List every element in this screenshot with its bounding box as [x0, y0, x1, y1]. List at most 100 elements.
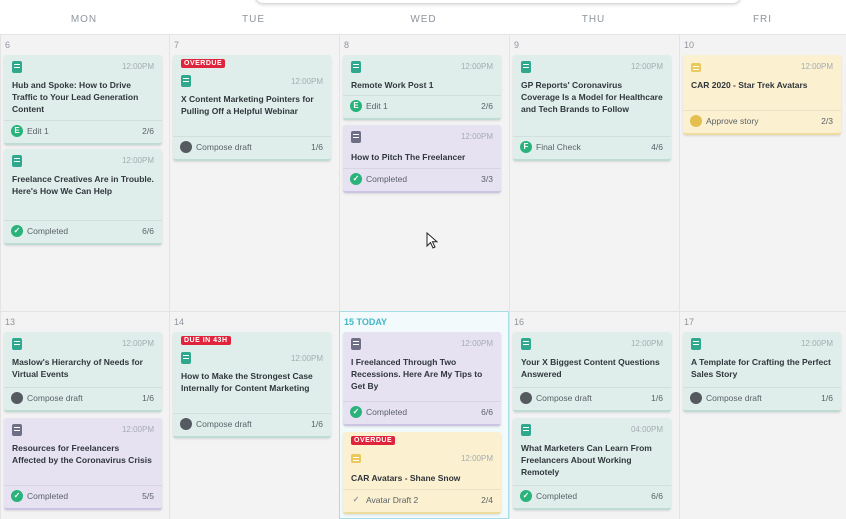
card-title: Remote Work Post 1: [351, 80, 434, 90]
document-icon: [12, 424, 22, 436]
image-icon: [691, 63, 701, 72]
due-badge: DUE IN 43H: [181, 336, 231, 345]
card-status: Completed: [27, 226, 69, 236]
document-icon: [12, 155, 22, 167]
day-fri: FRI: [752, 14, 773, 25]
day-cell[interactable]: 8 12:00PM Remote Work Post 1 E Edit 1 2/…: [339, 34, 509, 311]
card-footer: ✓ Completed 6/6: [4, 220, 162, 243]
day-cell[interactable]: 7 OVERDUE 12:00PM X Content Marketing Po…: [169, 34, 339, 311]
avatar: [180, 141, 192, 153]
day-cell[interactable]: 14 DUE IN 43H 12:00PM How to Make the St…: [169, 311, 339, 519]
document-icon: [12, 338, 22, 350]
avatar-draft-icon: ✓: [352, 495, 360, 504]
card-title: GP Reports' Coronavirus Coverage Is a Mo…: [521, 80, 663, 114]
top-search-bar[interactable]: [255, 0, 741, 4]
document-icon: [181, 75, 191, 87]
check-icon: ✓: [350, 173, 362, 185]
card-time: 04:00PM: [630, 425, 663, 434]
card-footer: Compose draft 1/6: [173, 136, 331, 159]
card-title: Hub and Spoke: How to Drive Traffic to Y…: [12, 80, 139, 114]
card-time: 12:00PM: [460, 339, 493, 348]
content-card[interactable]: 12:00PM Freelance Creatives Are in Troub…: [4, 149, 162, 245]
card-progress: 1/6: [311, 419, 323, 429]
card-progress: 2/6: [142, 126, 154, 136]
card-progress: 2/6: [481, 101, 493, 111]
date-number: 9: [514, 40, 520, 50]
card-title: CAR Avatars - Shane Snow: [351, 473, 461, 483]
card-status: Edit 1: [27, 126, 49, 136]
card-time: 12:00PM: [290, 354, 323, 363]
content-card[interactable]: DUE IN 43H 12:00PM How to Make the Stron…: [173, 332, 331, 438]
content-card[interactable]: 12:00PM CAR 2020 - Star Trek Avatars App…: [683, 55, 841, 135]
check-icon: ✓: [350, 406, 362, 418]
card-status: Compose draft: [196, 419, 252, 429]
content-card[interactable]: 12:00PM How to Pitch The Freelancer ✓ Co…: [343, 125, 501, 193]
overdue-badge: OVERDUE: [181, 59, 226, 68]
image-icon: [351, 454, 361, 463]
card-title: Your X Biggest Content Questions Answere…: [521, 357, 660, 379]
card-progress: 5/5: [142, 491, 154, 501]
content-card[interactable]: 12:00PM GP Reports' Coronavirus Coverage…: [513, 55, 671, 161]
card-title: How to Make the Strongest Case Internall…: [181, 371, 313, 393]
card-title: Freelance Creatives Are in Trouble. Here…: [12, 174, 154, 196]
content-card[interactable]: 12:00PM Your X Biggest Content Questions…: [513, 332, 671, 412]
date-number: 14: [174, 317, 185, 327]
day-cell[interactable]: 16 12:00PM Your X Biggest Content Questi…: [509, 311, 679, 519]
day-thu: THU: [581, 14, 606, 25]
card-progress: 1/6: [821, 393, 833, 403]
day-tue: TUE: [242, 14, 265, 25]
card-time: 12:00PM: [630, 62, 663, 71]
card-title: I Freelanced Through Two Recessions. Her…: [351, 357, 483, 391]
content-card[interactable]: 12:00PM I Freelanced Through Two Recessi…: [343, 332, 501, 426]
day-cell[interactable]: 10 12:00PM CAR 2020 - Star Trek Avatars …: [679, 34, 846, 311]
day-mon: MON: [70, 14, 98, 25]
card-footer: ✓ Completed 6/6: [513, 485, 671, 508]
avatar: [520, 392, 532, 404]
day-cell[interactable]: 17 12:00PM A Template for Crafting the P…: [679, 311, 846, 519]
content-card[interactable]: 12:00PM Maslow's Hierarchy of Needs for …: [4, 332, 162, 412]
card-time: 12:00PM: [121, 339, 154, 348]
document-icon: [521, 424, 531, 436]
content-card[interactable]: OVERDUE 12:00PM CAR Avatars - Shane Snow…: [343, 432, 501, 514]
document-icon: [181, 352, 191, 364]
card-progress: 2/4: [481, 495, 493, 505]
content-card[interactable]: 12:00PM Hub and Spoke: How to Drive Traf…: [4, 55, 162, 145]
date-number: 13: [5, 317, 16, 327]
card-footer: Compose draft 1/6: [683, 387, 841, 410]
content-card[interactable]: 12:00PM Resources for Freelancers Affect…: [4, 418, 162, 510]
final-check-icon: F: [520, 141, 532, 153]
card-footer: E Edit 1 2/6: [4, 120, 162, 143]
date-number: 17: [684, 317, 695, 327]
day-cell[interactable]: 6 12:00PM Hub and Spoke: How to Drive Tr…: [0, 34, 169, 311]
card-progress: 3/3: [481, 174, 493, 184]
day-cell[interactable]: 9 12:00PM GP Reports' Coronavirus Covera…: [509, 34, 679, 311]
card-footer: Compose draft 1/6: [513, 387, 671, 410]
edit-status-icon: E: [350, 100, 362, 112]
card-time: 12:00PM: [290, 77, 323, 86]
card-status: Compose draft: [536, 393, 592, 403]
document-icon: [351, 338, 361, 350]
content-card[interactable]: OVERDUE 12:00PM X Content Marketing Poin…: [173, 55, 331, 161]
gift-icon: [691, 338, 701, 350]
content-card[interactable]: 04:00PM What Marketers Can Learn From Fr…: [513, 418, 671, 510]
card-title: Maslow's Hierarchy of Needs for Virtual …: [12, 357, 143, 379]
date-number: 6: [5, 40, 11, 50]
overdue-badge: OVERDUE: [351, 436, 396, 445]
document-icon: [351, 61, 361, 73]
day-wed: WED: [410, 14, 437, 25]
card-time: 12:00PM: [460, 132, 493, 141]
approve-icon: [690, 115, 702, 127]
day-cell[interactable]: 13 12:00PM Maslow's Hierarchy of Needs f…: [0, 311, 169, 519]
card-progress: 4/6: [651, 142, 663, 152]
mouse-pointer-icon: [426, 232, 438, 249]
card-footer: F Final Check 4/6: [513, 136, 671, 159]
content-card[interactable]: 12:00PM Remote Work Post 1 E Edit 1 2/6: [343, 55, 501, 120]
card-title: X Content Marketing Pointers for Pulling…: [181, 94, 314, 116]
content-card[interactable]: 12:00PM A Template for Crafting the Perf…: [683, 332, 841, 412]
card-time: 12:00PM: [800, 339, 833, 348]
check-icon: ✓: [11, 490, 23, 502]
card-status: Completed: [536, 491, 578, 501]
day-cell-today[interactable]: 15 TODAY 12:00PM I Freelanced Through Tw…: [339, 311, 509, 519]
card-time: 12:00PM: [121, 156, 154, 165]
card-footer: ✓ Completed 5/5: [4, 485, 162, 508]
